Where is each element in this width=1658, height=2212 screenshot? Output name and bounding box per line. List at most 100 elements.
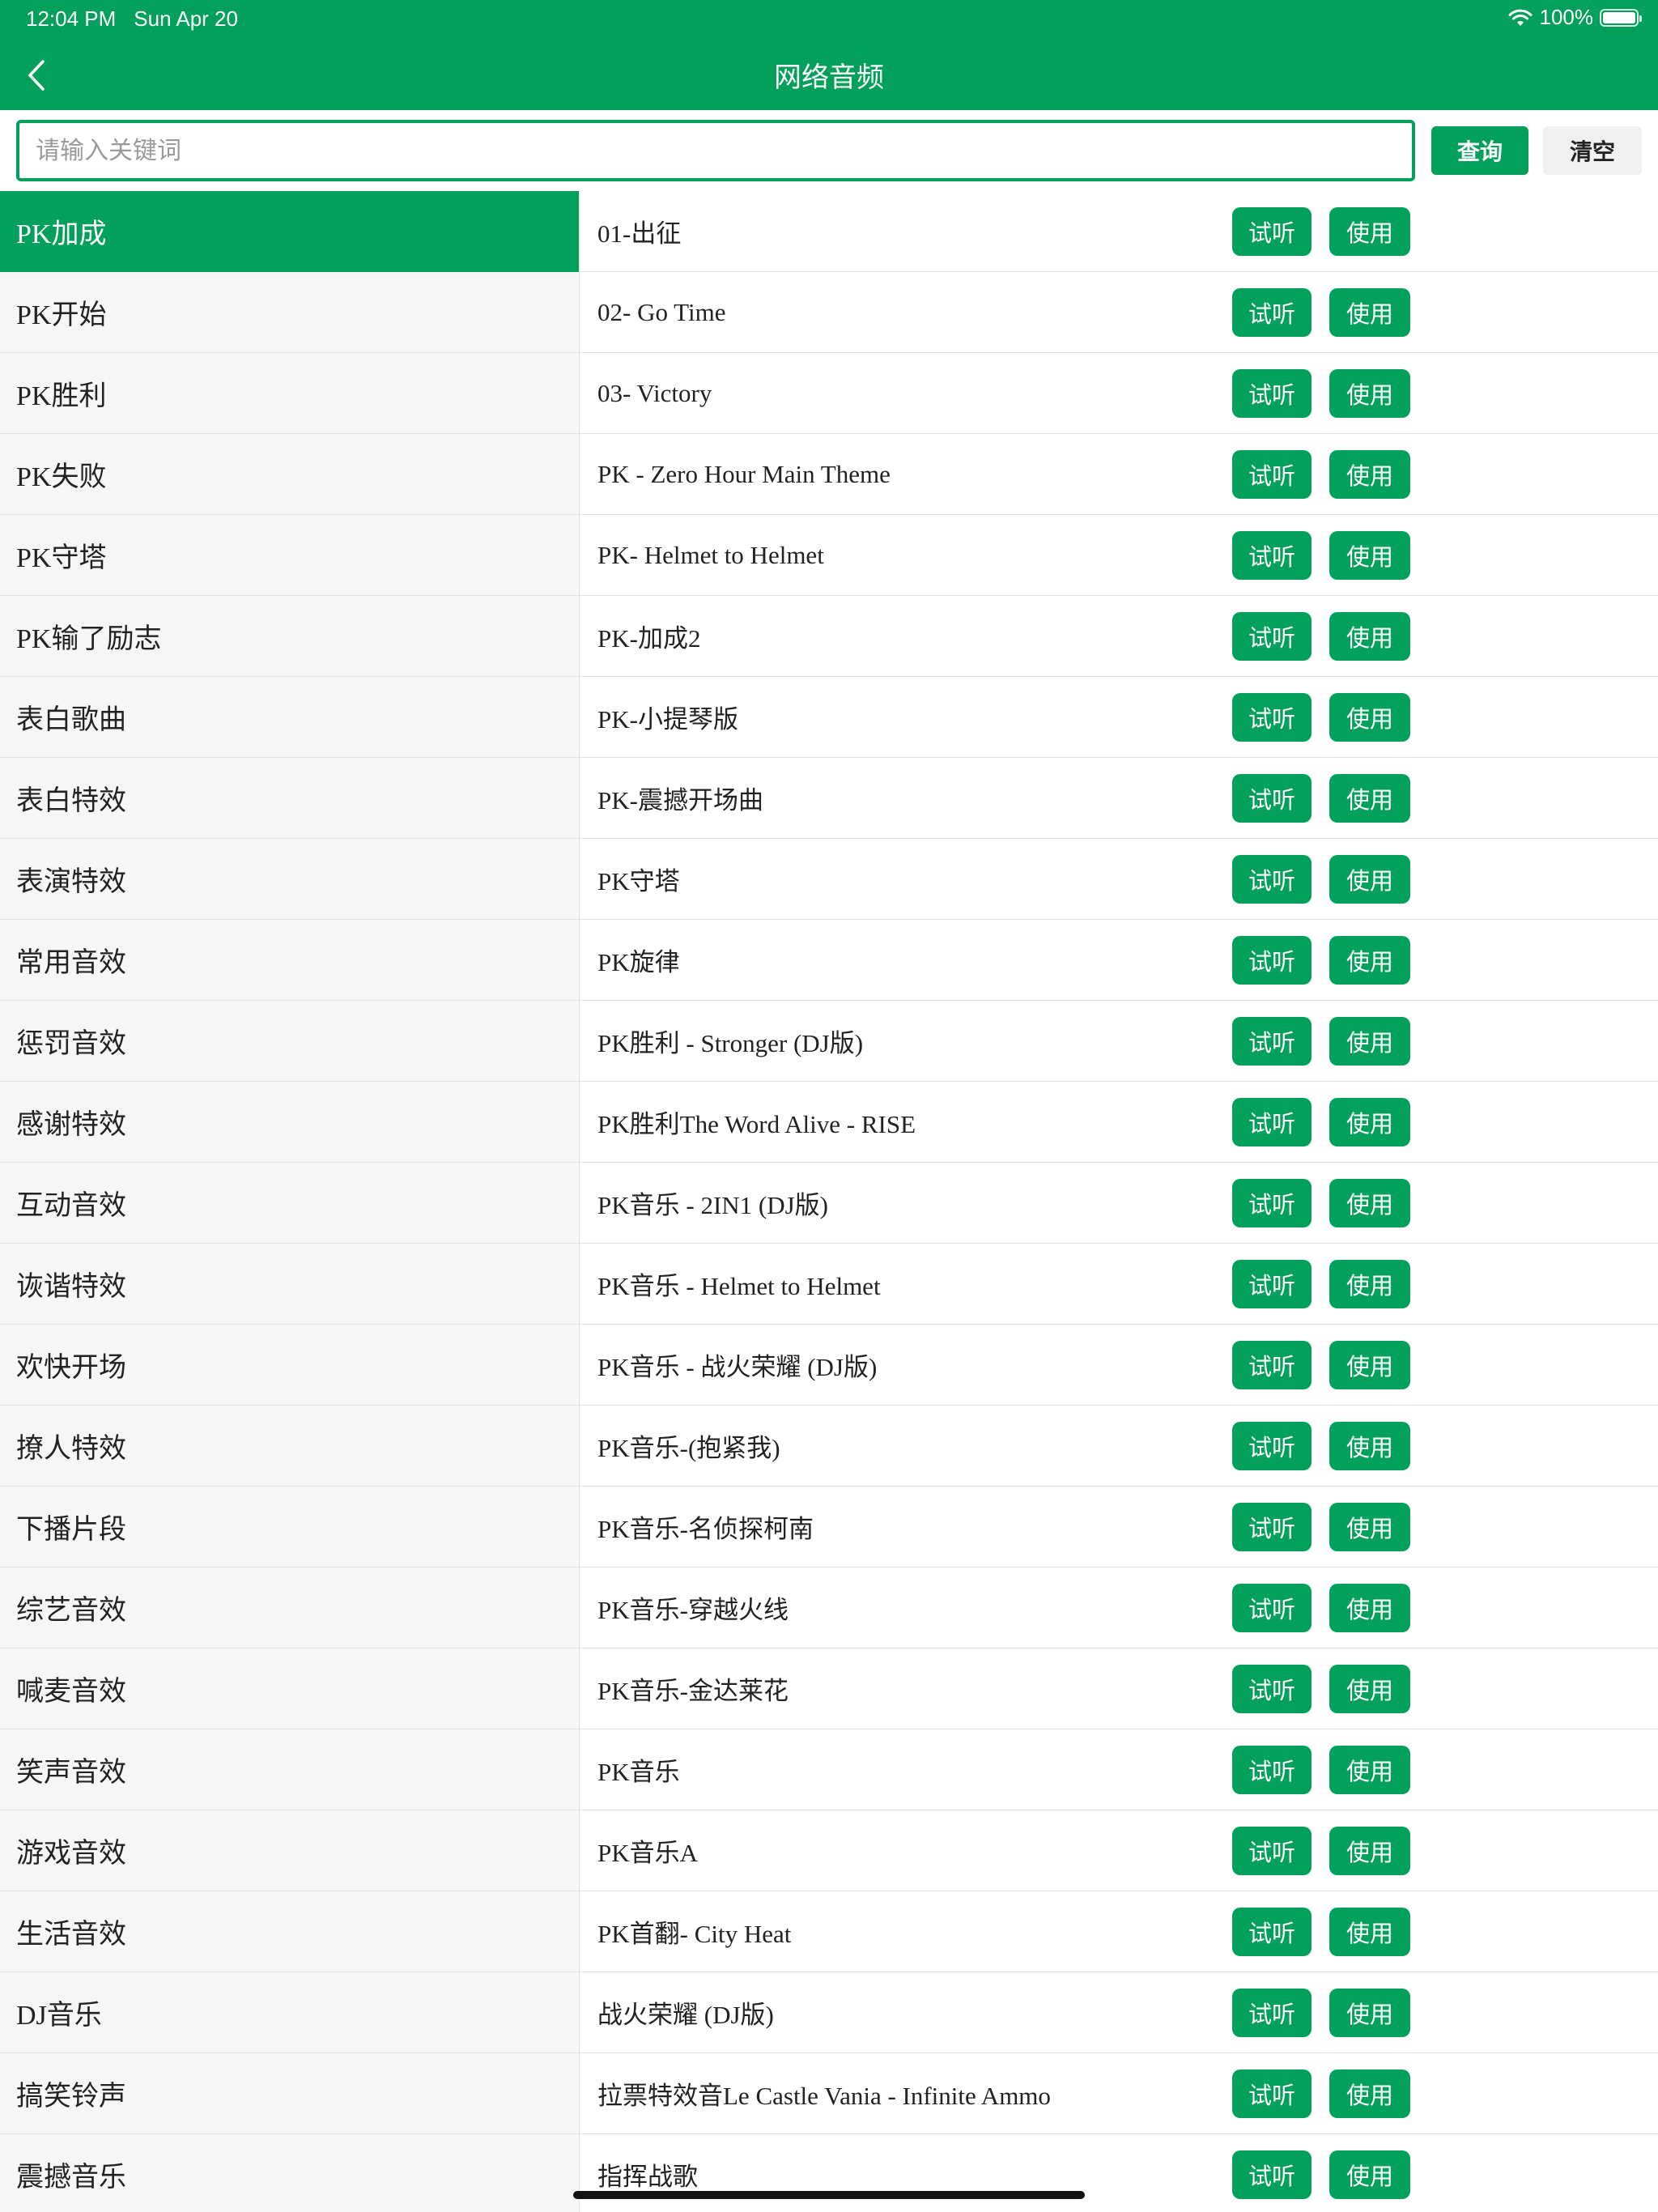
audio-row: PK音乐-名侦探柯南 试听 使用 xyxy=(580,1487,1658,1568)
use-button[interactable]: 使用 xyxy=(1329,1098,1410,1146)
category-item[interactable]: 生活音效 xyxy=(0,1891,579,1972)
listen-button[interactable]: 试听 xyxy=(1232,1989,1312,2037)
use-button[interactable]: 使用 xyxy=(1329,1908,1410,1956)
listen-button[interactable]: 试听 xyxy=(1232,1827,1312,1875)
category-item[interactable]: 惩罚音效 xyxy=(0,1001,579,1082)
use-button[interactable]: 使用 xyxy=(1329,1665,1410,1713)
audio-name: PK- Helmet to Helmet xyxy=(597,540,824,569)
listen-button[interactable]: 试听 xyxy=(1232,288,1312,337)
use-button[interactable]: 使用 xyxy=(1329,1584,1410,1632)
audio-row: PK守塔 试听 使用 xyxy=(580,839,1658,920)
use-button[interactable]: 使用 xyxy=(1329,693,1410,742)
category-item[interactable]: 表白歌曲 xyxy=(0,677,579,758)
use-button[interactable]: 使用 xyxy=(1329,2150,1410,2199)
listen-button[interactable]: 试听 xyxy=(1232,531,1312,580)
home-indicator xyxy=(573,2191,1085,2199)
category-item[interactable]: 游戏音效 xyxy=(0,1810,579,1891)
listen-button[interactable]: 试听 xyxy=(1232,1665,1312,1713)
use-button[interactable]: 使用 xyxy=(1329,1260,1410,1308)
listen-button[interactable]: 试听 xyxy=(1232,1341,1312,1389)
audio-name: 01-出征 xyxy=(597,219,682,248)
listen-button[interactable]: 试听 xyxy=(1232,774,1312,823)
audio-row: PK首翻- City Heat 试听 使用 xyxy=(580,1891,1658,1972)
category-item[interactable]: PK守塔 xyxy=(0,515,579,596)
category-item[interactable]: 笑声音效 xyxy=(0,1729,579,1810)
use-button[interactable]: 使用 xyxy=(1329,1989,1410,2037)
category-item[interactable]: PK开始 xyxy=(0,272,579,353)
audio-row: PK音乐-穿越火线 试听 使用 xyxy=(580,1568,1658,1648)
listen-button[interactable]: 试听 xyxy=(1232,1260,1312,1308)
category-item[interactable]: 表白特效 xyxy=(0,758,579,839)
use-button[interactable]: 使用 xyxy=(1329,2069,1410,2118)
battery-percent: 100% xyxy=(1539,5,1594,29)
clear-button[interactable]: 清空 xyxy=(1543,126,1642,175)
use-button[interactable]: 使用 xyxy=(1329,531,1410,580)
listen-button[interactable]: 试听 xyxy=(1232,369,1312,418)
listen-button[interactable]: 试听 xyxy=(1232,2069,1312,2118)
category-item[interactable]: 震撼音乐 xyxy=(0,2134,579,2212)
category-item[interactable]: PK输了励志 xyxy=(0,596,579,677)
use-button[interactable]: 使用 xyxy=(1329,1422,1410,1470)
audio-row: PK胜利 - Stronger (DJ版) 试听 使用 xyxy=(580,1001,1658,1082)
category-item[interactable]: 搞笑铃声 xyxy=(0,2053,579,2134)
use-button[interactable]: 使用 xyxy=(1329,450,1410,499)
listen-button[interactable]: 试听 xyxy=(1232,693,1312,742)
use-button[interactable]: 使用 xyxy=(1329,774,1410,823)
category-item[interactable]: PK加成 xyxy=(0,191,579,272)
status-time: 12:04 PM xyxy=(26,6,117,31)
search-input[interactable] xyxy=(16,120,1415,181)
wifi-icon xyxy=(1508,9,1532,26)
listen-button[interactable]: 试听 xyxy=(1232,1422,1312,1470)
use-button[interactable]: 使用 xyxy=(1329,1341,1410,1389)
listen-button[interactable]: 试听 xyxy=(1232,1746,1312,1794)
audio-name: 指挥战歌 xyxy=(597,2163,698,2191)
category-item[interactable]: 常用音效 xyxy=(0,920,579,1001)
listen-button[interactable]: 试听 xyxy=(1232,936,1312,985)
audio-name: PK守塔 xyxy=(597,867,680,895)
use-button[interactable]: 使用 xyxy=(1329,612,1410,661)
listen-button[interactable]: 试听 xyxy=(1232,1908,1312,1956)
listen-button[interactable]: 试听 xyxy=(1232,2150,1312,2199)
audio-name: PK胜利 - Stronger (DJ版) xyxy=(597,1029,864,1057)
audio-name: 02- Go Time xyxy=(597,297,726,326)
category-item[interactable]: 综艺音效 xyxy=(0,1568,579,1648)
category-item[interactable]: 诙谐特效 xyxy=(0,1244,579,1325)
listen-button[interactable]: 试听 xyxy=(1232,855,1312,904)
category-item[interactable]: DJ音乐 xyxy=(0,1972,579,2053)
audio-name: PK胜利The Word Alive - RISE xyxy=(597,1110,916,1138)
use-button[interactable]: 使用 xyxy=(1329,1746,1410,1794)
listen-button[interactable]: 试听 xyxy=(1232,1017,1312,1066)
listen-button[interactable]: 试听 xyxy=(1232,1584,1312,1632)
category-item[interactable]: 喊麦音效 xyxy=(0,1648,579,1729)
category-item[interactable]: 撩人特效 xyxy=(0,1406,579,1487)
category-item[interactable]: 下播片段 xyxy=(0,1487,579,1568)
audio-name: PK-小提琴版 xyxy=(597,705,738,734)
category-item[interactable]: 互动音效 xyxy=(0,1163,579,1244)
use-button[interactable]: 使用 xyxy=(1329,369,1410,418)
listen-button[interactable]: 试听 xyxy=(1232,1503,1312,1551)
audio-list: 01-出征 试听 使用 02- Go Time 试听 使用 03- Victory 试听 使用 P… xyxy=(580,191,1658,2212)
listen-button[interactable]: 试听 xyxy=(1232,450,1312,499)
category-item[interactable]: PK胜利 xyxy=(0,353,579,434)
listen-button[interactable]: 试听 xyxy=(1232,207,1312,256)
use-button[interactable]: 使用 xyxy=(1329,207,1410,256)
category-item[interactable]: 表演特效 xyxy=(0,839,579,920)
use-button[interactable]: 使用 xyxy=(1329,936,1410,985)
category-item[interactable]: 感谢特效 xyxy=(0,1082,579,1163)
use-button[interactable]: 使用 xyxy=(1329,288,1410,337)
category-item[interactable]: PK失败 xyxy=(0,434,579,515)
use-button[interactable]: 使用 xyxy=(1329,1179,1410,1227)
listen-button[interactable]: 试听 xyxy=(1232,612,1312,661)
listen-button[interactable]: 试听 xyxy=(1232,1098,1312,1146)
audio-name: PK音乐 xyxy=(597,1758,680,1786)
use-button[interactable]: 使用 xyxy=(1329,1017,1410,1066)
use-button[interactable]: 使用 xyxy=(1329,855,1410,904)
use-button[interactable]: 使用 xyxy=(1329,1827,1410,1875)
audio-name: PK音乐-金达莱花 xyxy=(597,1677,789,1705)
use-button[interactable]: 使用 xyxy=(1329,1503,1410,1551)
query-button[interactable]: 查询 xyxy=(1431,126,1528,175)
listen-button[interactable]: 试听 xyxy=(1232,1179,1312,1227)
category-item[interactable]: 欢快开场 xyxy=(0,1325,579,1406)
audio-name: PK - Zero Hour Main Theme xyxy=(597,459,891,488)
page-title: 网络音频 xyxy=(774,62,884,94)
